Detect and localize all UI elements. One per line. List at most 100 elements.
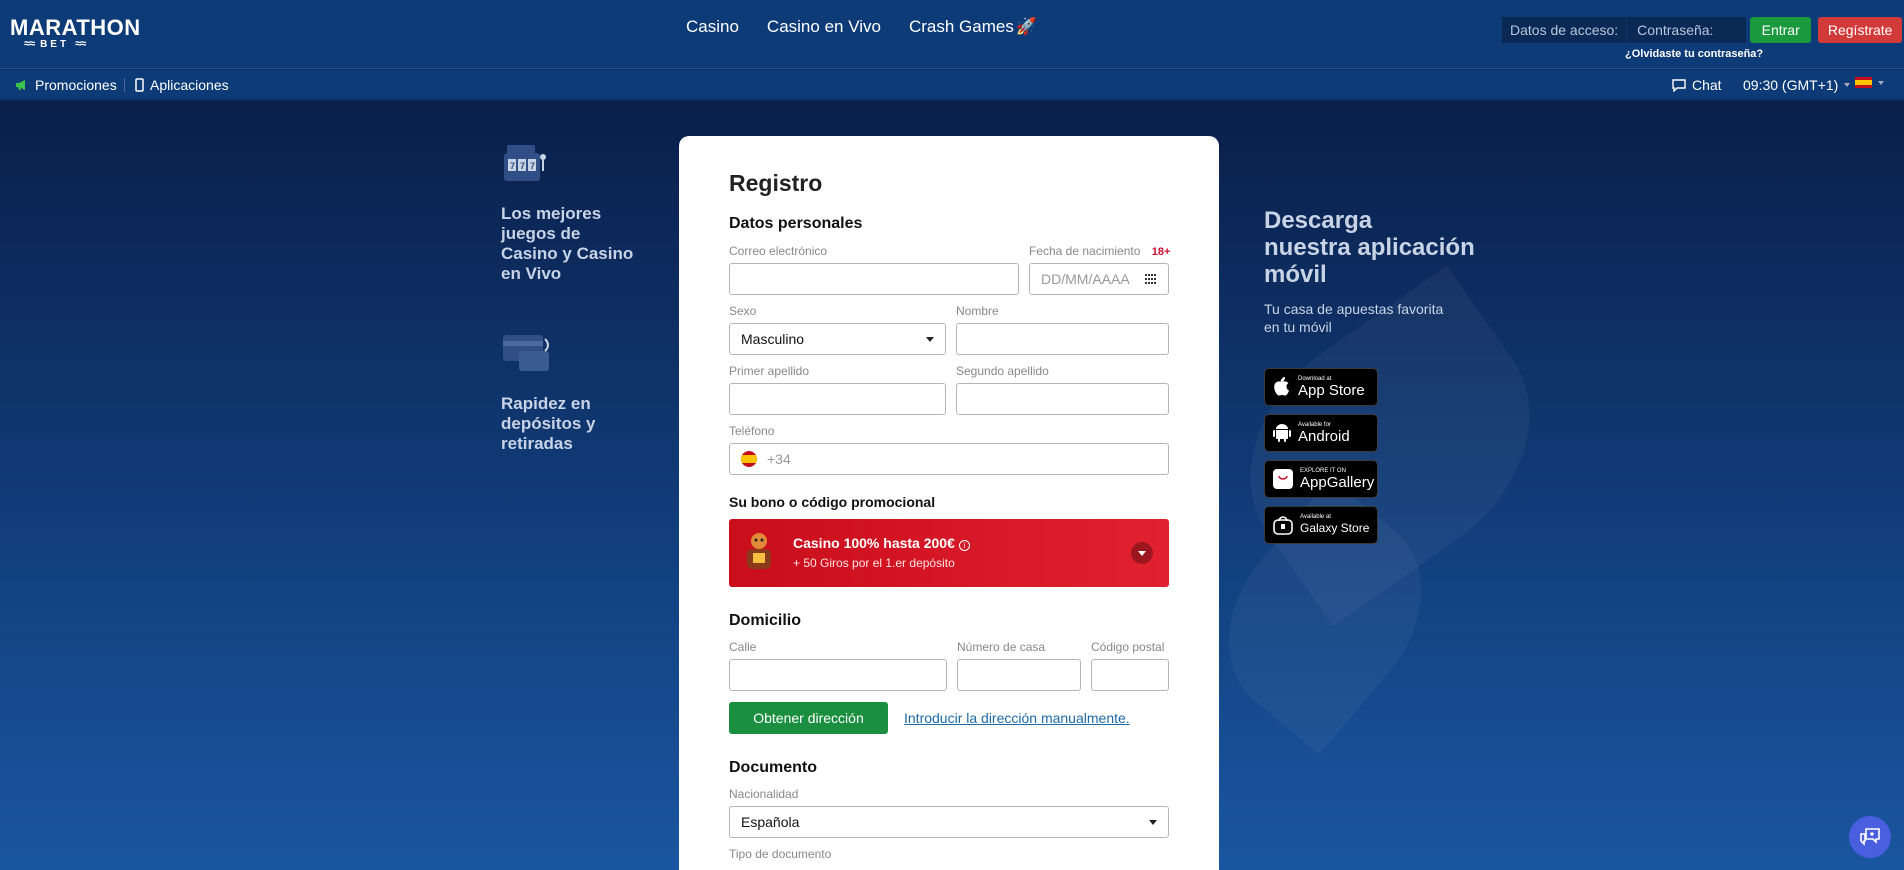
bonus-dropdown-button[interactable] <box>1131 542 1153 564</box>
nationality-value: Española <box>741 814 800 830</box>
bonus-selector[interactable]: Casino 100% hasta 200€ i + 50 Giros por … <box>729 519 1169 587</box>
second-surname-label: Segundo apellido <box>956 364 1049 378</box>
feature-casino: 7 7 7 Los mejores juegos de Casino y Cas… <box>501 141 641 284</box>
email-input[interactable] <box>729 263 1019 295</box>
cards-icon <box>503 335 549 371</box>
feature-casino-text: Los mejores juegos de Casino y Casino en… <box>501 204 634 283</box>
get-address-button[interactable]: Obtener dirección <box>729 702 888 734</box>
birthdate-label: Fecha de nacimiento 18+ <box>1029 244 1170 258</box>
timezone-selector[interactable]: 09:30 (GMT+1) <box>1743 77 1851 93</box>
appgallery-badge[interactable]: EXPLORE IT ON AppGallery <box>1264 460 1378 498</box>
register-button[interactable]: Regístrate <box>1818 17 1903 43</box>
logo-subtext: ≈≈ BET ≈≈ <box>24 38 86 50</box>
chevron-down-icon <box>1844 83 1851 87</box>
nationality-select[interactable]: Española <box>729 806 1169 838</box>
phone-label: Teléfono <box>729 424 775 438</box>
document-heading: Documento <box>729 759 817 776</box>
language-selector[interactable] <box>1855 77 1884 88</box>
apps-label: Aplicaciones <box>150 77 229 93</box>
feature-payments: Rapidez en depósitos y retiradas <box>501 331 621 454</box>
second-surname-input[interactable] <box>956 383 1169 415</box>
subnav-divider <box>124 78 125 92</box>
download-subtitle: Tu casa de apuestas favorita en tu móvil <box>1264 301 1444 335</box>
street-input[interactable] <box>729 659 947 691</box>
sex-value: Masculino <box>741 331 805 347</box>
chevron-down-icon <box>1878 80 1884 85</box>
main-nav: Casino Casino en Vivo Crash Games 🚀 <box>686 17 1037 37</box>
login-label: Datos de acceso: <box>1510 22 1619 38</box>
manual-address-link[interactable]: Introducir la dirección manualmente. <box>904 710 1130 726</box>
time-label: 09:30 (GMT+1) <box>1743 77 1839 93</box>
chat-support-icon <box>1860 828 1880 846</box>
store-badges: Download at App Store Available for Androi… <box>1264 368 1475 544</box>
bonus-character-icon <box>747 533 771 569</box>
support-chat-button[interactable] <box>1849 816 1891 858</box>
registration-title: Registro <box>729 170 823 196</box>
birthdate-input[interactable]: DD/MM/AAAA <box>1029 263 1169 295</box>
birthdate-placeholder: DD/MM/AAAA <box>1041 271 1130 287</box>
email-label: Correo electrónico <box>729 244 828 258</box>
svg-text:7: 7 <box>530 161 535 171</box>
laurel-right-icon: ≈≈ <box>75 38 86 50</box>
birthdate-label-text: Fecha de nacimiento <box>1029 244 1141 258</box>
chat-link[interactable]: Chat <box>1672 77 1722 93</box>
age-badge: 18+ <box>1151 246 1171 258</box>
login-button[interactable]: Entrar <box>1750 17 1812 43</box>
phone-input[interactable]: +34 <box>729 443 1169 475</box>
chat-bubble-icon <box>1672 78 1686 92</box>
galaxy-store-badge[interactable]: Available at Galaxy Store <box>1264 506 1378 544</box>
apps-link[interactable]: Aplicaciones <box>135 77 229 93</box>
bonus-title-text: Casino 100% hasta 200€ <box>793 535 955 551</box>
logo-text: MARATHON <box>10 15 141 40</box>
app-store-text: Download at App Store <box>1298 376 1365 398</box>
bonus-subtitle: + 50 Giros por el 1.er depósito <box>793 556 955 570</box>
svg-text:7: 7 <box>520 161 525 171</box>
appgallery-big: AppGallery <box>1300 474 1375 491</box>
sex-label: Sexo <box>729 304 757 318</box>
document-type-label: Tipo de documento <box>729 847 832 861</box>
street-label: Calle <box>729 640 757 654</box>
bonus-title: Casino 100% hasta 200€ i <box>793 535 970 551</box>
nav-crash-games-label: Crash Games <box>908 17 1014 36</box>
megaphone-icon <box>16 80 25 90</box>
nav-crash-games[interactable]: Crash Games 🚀 <box>909 17 1037 37</box>
promotions-label: Promociones <box>35 77 117 93</box>
galaxy-store-big: Galaxy Store <box>1300 521 1370 535</box>
postal-code-input[interactable] <box>1091 659 1169 691</box>
top-header: MARATHON ≈≈ BET ≈≈ Casino Casino en Vivo… <box>0 0 1904 69</box>
chevron-down-icon <box>1149 819 1157 825</box>
calendar-grid-icon[interactable] <box>1145 274 1157 284</box>
name-input[interactable] <box>956 323 1169 355</box>
sex-select[interactable]: Masculino <box>729 323 946 355</box>
slot-machine-icon: 7 7 7 <box>504 145 546 181</box>
first-surname-input[interactable] <box>729 383 946 415</box>
nav-casino[interactable]: Casino <box>686 17 739 37</box>
promotions-link[interactable]: Promociones <box>15 77 117 93</box>
address-heading: Domicilio <box>729 612 802 629</box>
nav-live-casino[interactable]: Casino en Vivo <box>767 17 881 37</box>
bonus-heading: Su bono o código promocional <box>729 494 936 510</box>
svg-text:7: 7 <box>510 161 515 171</box>
house-number-input[interactable] <box>957 659 1081 691</box>
info-icon[interactable]: i <box>958 540 970 551</box>
login-form: Datos de acceso: Contraseña: Entrar Regí… <box>1502 17 1903 43</box>
forgot-password-link[interactable]: ¿Olvidaste tu contraseña? <box>1625 48 1763 60</box>
phone-icon <box>135 78 144 92</box>
app-store-big: App Store <box>1298 382 1365 399</box>
app-store-badge[interactable]: Download at App Store <box>1264 368 1378 406</box>
laurel-left-icon: ≈≈ <box>24 38 35 50</box>
appgallery-text: EXPLORE IT ON AppGallery <box>1300 468 1374 490</box>
password-input[interactable]: Contraseña: <box>1626 17 1747 43</box>
logo-sub-label: BET <box>40 38 70 50</box>
house-number-label: Número de casa <box>957 640 1046 654</box>
download-title: Descarga nuestra aplicación móvil <box>1264 207 1475 288</box>
feature-payments-text: Rapidez en depósitos y retiradas <box>501 394 596 453</box>
spain-flag-icon[interactable] <box>741 451 757 467</box>
spain-flag-icon <box>1855 77 1872 88</box>
marathonbet-logo[interactable]: MARATHON ≈≈ BET ≈≈ <box>10 17 146 51</box>
huawei-icon <box>1273 469 1293 489</box>
galaxy-store-small: Available at <box>1300 514 1331 520</box>
galaxy-store-text: Available at Galaxy Store <box>1300 514 1369 536</box>
android-badge[interactable]: Available for Android <box>1264 414 1378 452</box>
android-icon <box>1273 424 1291 442</box>
